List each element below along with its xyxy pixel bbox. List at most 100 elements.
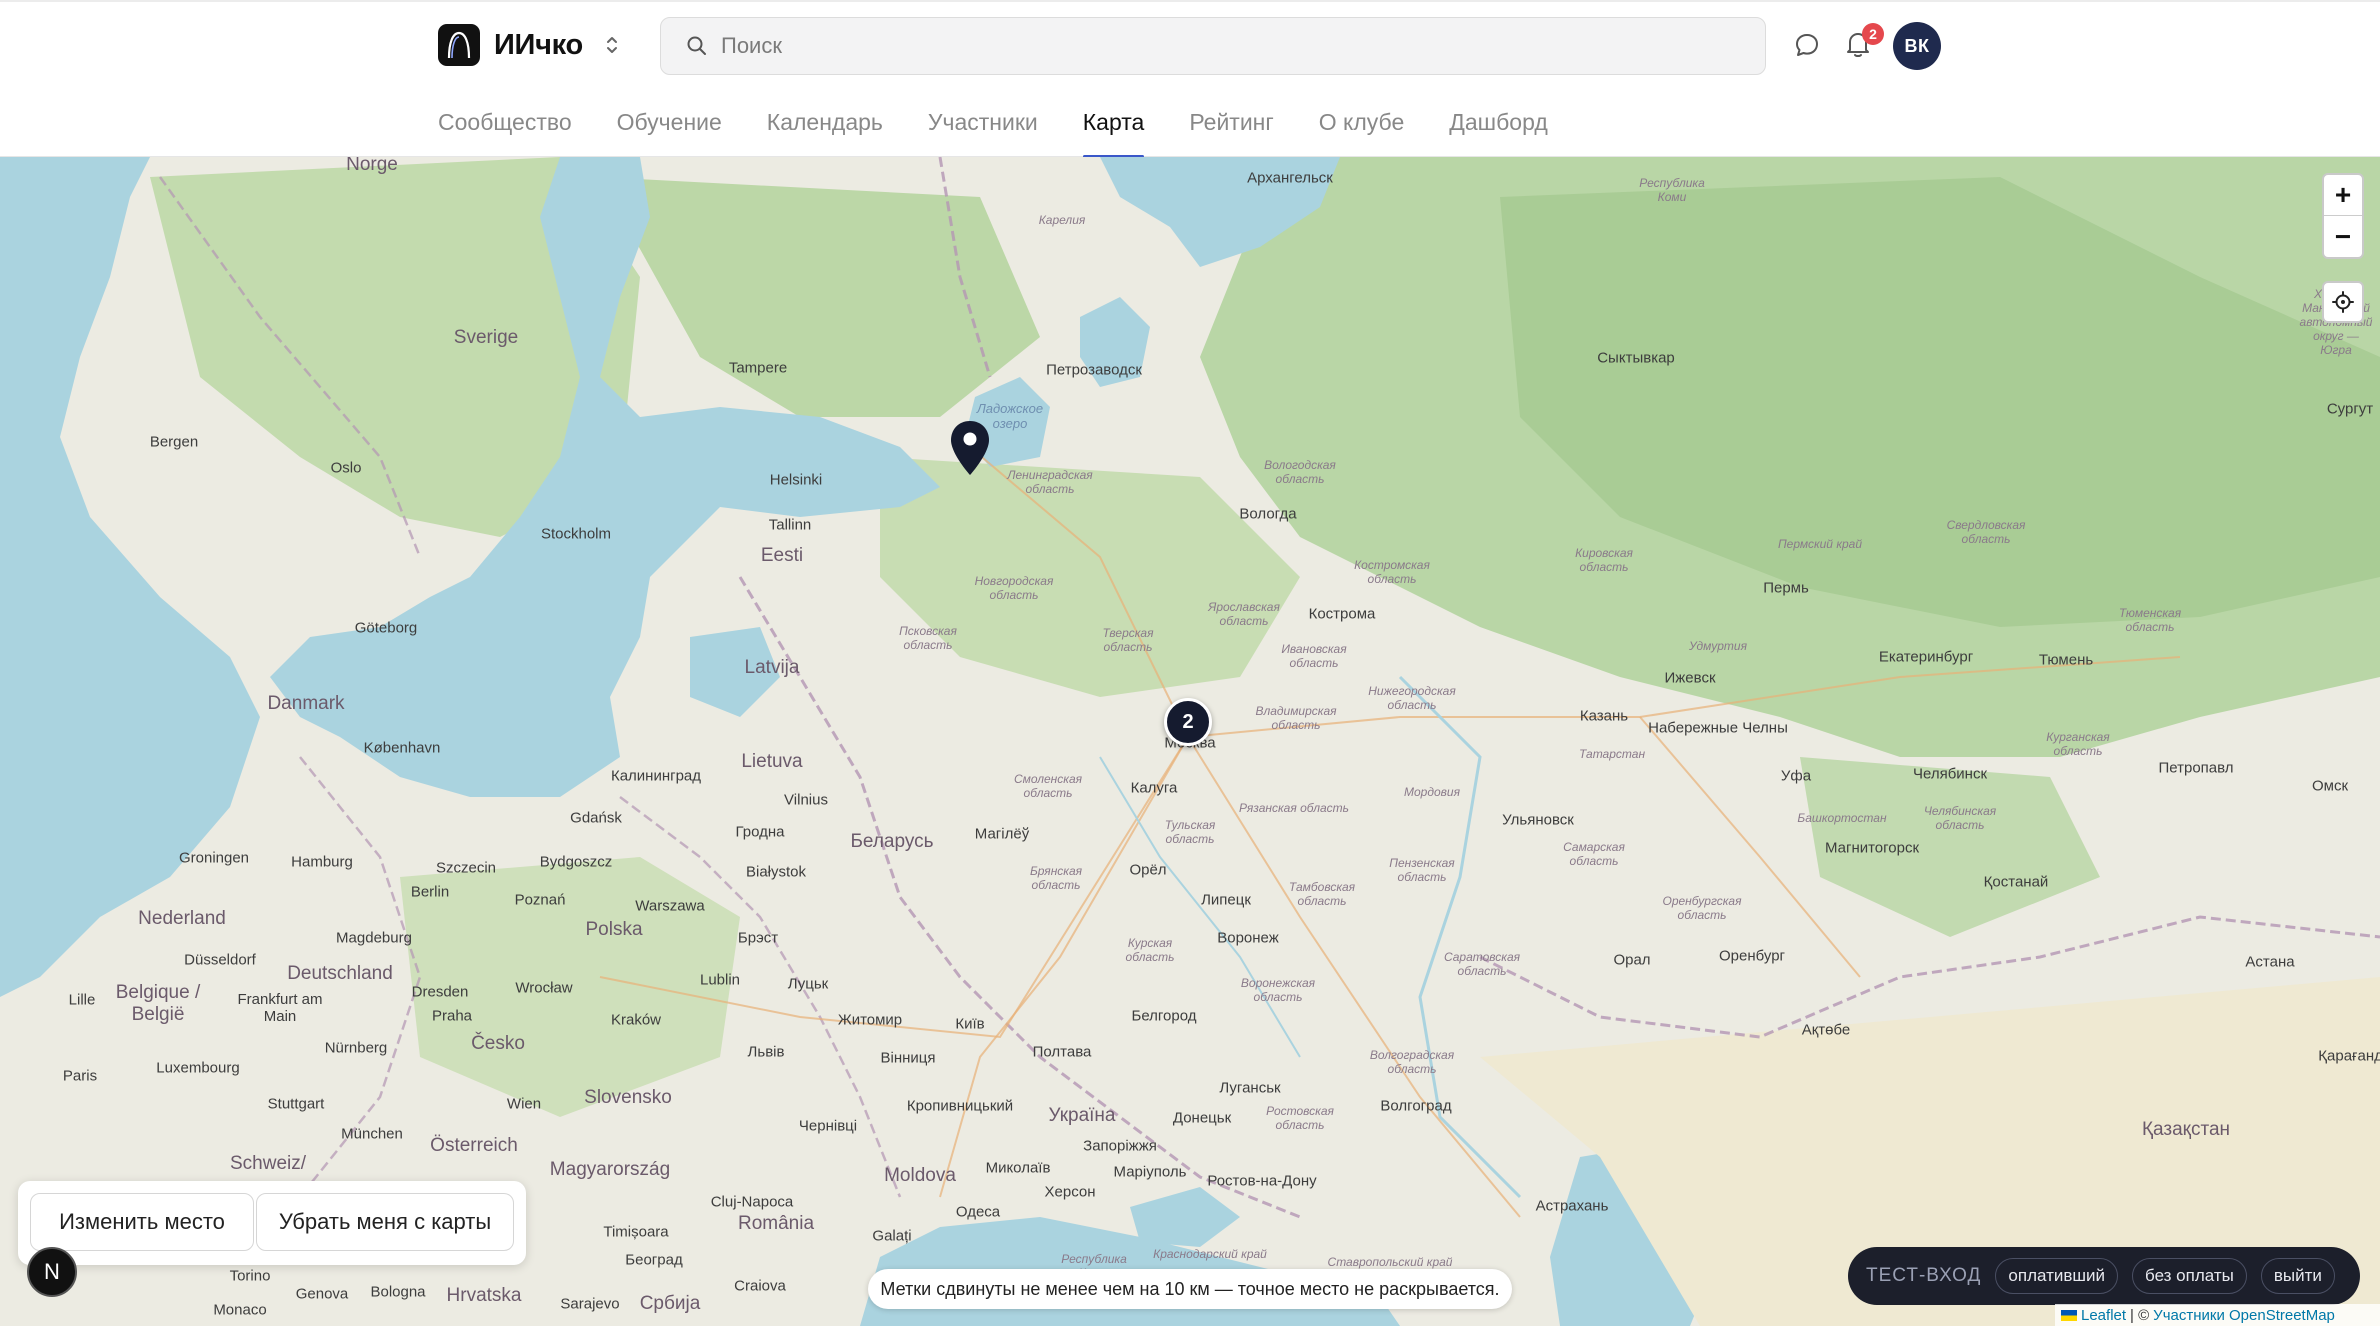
tab-about[interactable]: О клубе	[1319, 102, 1405, 158]
map-label: Dresden	[411, 983, 469, 1001]
map-label: Slovensko	[584, 1087, 672, 1108]
region-label: Ивановская область	[1281, 642, 1347, 670]
map-label: Österreich	[430, 1135, 518, 1156]
map-label: Torino	[229, 1267, 271, 1285]
tab-community[interactable]: Сообщество	[438, 102, 572, 158]
map-label: Nürnberg	[324, 1039, 388, 1057]
map-label: Волгоград	[1380, 1097, 1452, 1115]
tab-rating[interactable]: Рейтинг	[1189, 102, 1273, 158]
map-label: Орёл	[1129, 861, 1167, 879]
map-label: Ижевск	[1664, 669, 1716, 687]
map-label: Србија	[639, 1293, 701, 1314]
map-label: Tallinn	[768, 516, 812, 534]
map-label: Београд	[625, 1251, 683, 1269]
map-label: Миколаїв	[985, 1159, 1051, 1177]
map-label: Danmark	[267, 693, 345, 714]
region-label: Краснодарский край	[1153, 1247, 1267, 1261]
map-label: Оренбург	[1718, 947, 1786, 965]
chevron-updown-icon[interactable]	[603, 32, 621, 58]
zoom-in-button[interactable]: +	[2324, 175, 2362, 216]
map-label: Deutschland	[287, 963, 393, 984]
remove-from-map-button[interactable]: Убрать меня с карты	[256, 1193, 514, 1251]
search-bar[interactable]	[660, 17, 1766, 75]
region-label: Оренбургская область	[1662, 894, 1742, 922]
test-login-bar: ТЕСТ-ВХОД оплативший без оплаты выйти	[1848, 1247, 2360, 1305]
map-label: Орал	[1613, 951, 1651, 969]
tab-calendar[interactable]: Календарь	[767, 102, 883, 158]
map-label: Paris	[62, 1067, 98, 1085]
map-label: Poznań	[514, 891, 566, 909]
map-label: Луганськ	[1219, 1079, 1281, 1097]
map-label: Düsseldorf	[184, 951, 256, 969]
zoom-control: + −	[2322, 173, 2364, 259]
user-avatar[interactable]: ВК	[1893, 22, 1941, 70]
map-label: Тюмень	[2038, 651, 2094, 669]
map-label: Липецк	[1201, 891, 1251, 909]
map-label: Nederland	[138, 908, 226, 929]
region-label: Тверская область	[1102, 626, 1154, 654]
map-label: Астрахань	[1535, 1197, 1609, 1215]
change-location-button[interactable]: Изменить место	[30, 1193, 254, 1251]
marker-cluster[interactable]: 2	[1164, 698, 1212, 746]
map-view[interactable]: Архангельск Петрозаводск Сыктывкар Волог…	[0, 157, 2380, 1326]
region-label: Башкортостан	[1797, 811, 1887, 825]
map-label: München	[341, 1125, 403, 1143]
tab-map[interactable]: Карта	[1082, 102, 1144, 158]
search-input[interactable]	[721, 33, 1721, 59]
tab-learning[interactable]: Обучение	[617, 102, 722, 158]
map-label: Magyarország	[549, 1159, 671, 1180]
region-label: Мордовия	[1404, 785, 1460, 799]
map-label: Қостанай	[1983, 873, 2049, 891]
map-label: Україна	[1048, 1105, 1116, 1126]
map-label: Tampere	[728, 359, 788, 377]
map-label: Донецьк	[1172, 1109, 1232, 1127]
messages-button[interactable]	[1790, 28, 1824, 62]
region-label: Новгородская область	[974, 574, 1054, 602]
map-label: Bydgoszcz	[539, 853, 613, 871]
map-label: Sarajevo	[560, 1295, 620, 1313]
map-label: Київ	[955, 1015, 985, 1033]
locate-button[interactable]	[2322, 281, 2364, 323]
osm-link[interactable]: Участники OpenStreetMap	[2153, 1307, 2335, 1324]
chat-icon	[1796, 34, 1818, 56]
region-label: Ленинградская область	[1007, 468, 1093, 496]
map-label: Калининград	[610, 767, 702, 785]
map-label: Göteborg	[354, 619, 418, 637]
test-unpaid-chip[interactable]: без оплаты	[2132, 1258, 2247, 1294]
region-label: Тульская область	[1164, 818, 1216, 846]
map-label: København	[363, 739, 441, 757]
region-label: Вологодская область	[1264, 458, 1336, 486]
region-label: Челябинская область	[1923, 804, 1997, 832]
region-label: Ставропольский край	[1327, 1255, 1453, 1269]
leaflet-link[interactable]: Leaflet	[2081, 1307, 2126, 1324]
map-label: Hrvatska	[446, 1285, 522, 1306]
test-logout-chip[interactable]: выйти	[2260, 1258, 2335, 1294]
map-label: Sverige	[453, 327, 519, 348]
region-label: Ярославская область	[1208, 600, 1280, 628]
map-label: Bergen	[149, 433, 199, 451]
app-logo-icon	[438, 24, 480, 66]
location-actions-panel: Изменить место Убрать меня с карты	[18, 1181, 526, 1265]
map-label: Челябинск	[1912, 765, 1988, 783]
region-label: Тамбовская область	[1288, 880, 1356, 908]
region-label: Волгоградская область	[1369, 1048, 1455, 1076]
map-label: Ульяновск	[1502, 811, 1574, 829]
map-label: Lille	[68, 991, 96, 1009]
member-marker-pin[interactable]	[948, 419, 992, 479]
region-label: Псковская область	[899, 624, 957, 652]
region-label: Татарстан	[1578, 747, 1646, 761]
map-label: Schweiz/	[229, 1153, 307, 1174]
test-paid-chip[interactable]: оплативший	[1995, 1258, 2119, 1294]
brand-switcher[interactable]: ИИчко	[438, 22, 621, 68]
map-label: Вінниця	[880, 1049, 936, 1067]
zoom-out-button[interactable]: −	[2324, 216, 2362, 257]
tab-members[interactable]: Участники	[928, 102, 1038, 158]
map-label: Wien	[506, 1095, 542, 1113]
tab-dashboard[interactable]: Дашборд	[1449, 102, 1547, 158]
n-badge[interactable]: N	[27, 1247, 77, 1297]
map-label: Полтава	[1032, 1043, 1092, 1061]
map-label: Набережные Челны	[1648, 719, 1788, 737]
map-label: Eesti	[760, 545, 804, 566]
map-label: Ақтөбе	[1801, 1021, 1851, 1039]
map-label: Калуга	[1130, 779, 1178, 797]
